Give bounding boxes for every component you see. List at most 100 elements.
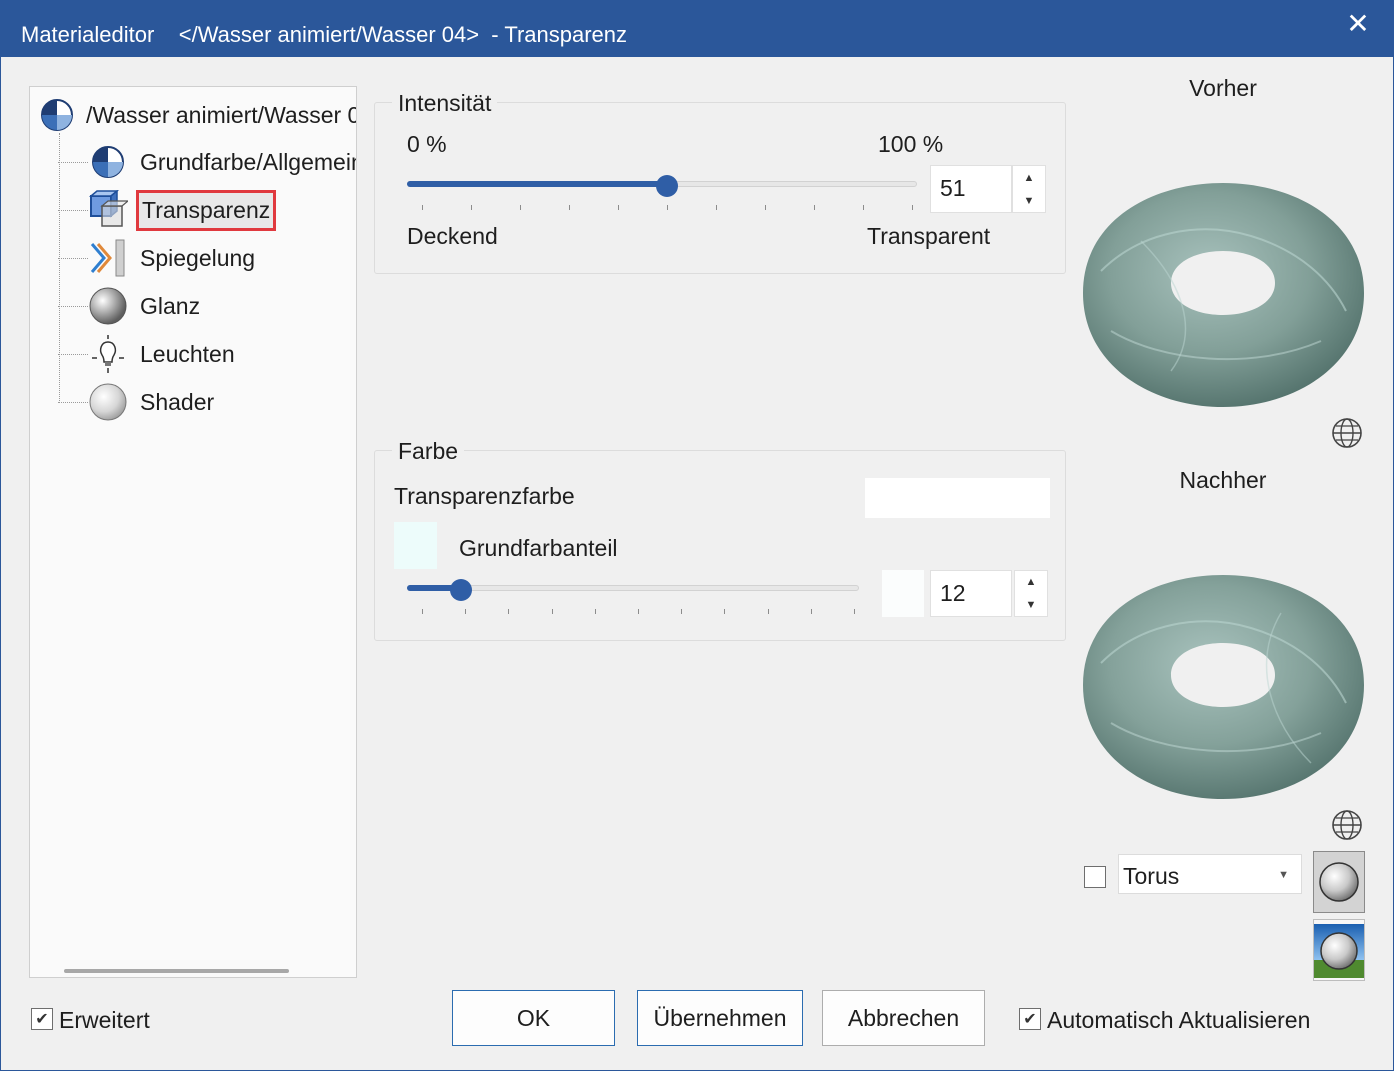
spin-down-icon[interactable]: ▼ [1013,189,1045,212]
slider-tick [569,205,570,210]
slider-tick [667,205,668,210]
intensity-slider-thumb[interactable] [656,175,678,197]
tree-root-label: /Wasser animiert/Wasser 04 [86,101,357,128]
tree-item-label: Transparenz [136,189,277,231]
slider-tick [465,609,466,614]
base-share-spin-buttons: ▲ ▼ [1014,570,1048,617]
slider-tick [471,205,472,210]
tree-root-item[interactable]: /Wasser animiert/Wasser 04 [40,95,357,135]
slider-tick [854,609,855,614]
slider-tick [618,205,619,210]
apply-button[interactable]: Übernehmen [637,990,803,1046]
check-icon: ✔ [1023,1011,1037,1028]
spin-up-icon[interactable]: ▲ [1013,166,1045,189]
transparency-color-swatch[interactable] [865,478,1050,518]
base-share-color-swatch[interactable] [394,522,437,569]
intensity-min-label: 0 % [407,131,447,157]
intensity-spin-buttons: ▲ ▼ [1012,165,1046,213]
after-torus-preview [1083,575,1364,799]
base-share-value: 12 [940,580,966,606]
ok-button[interactable]: OK [452,990,615,1046]
slider-tick [724,609,725,614]
slider-tick [765,205,766,210]
tree-item-label: Shader [140,388,215,415]
result-color-swatch [882,570,924,617]
tree-item-label: Glanz [140,292,201,319]
apply-button-label: Übernehmen [653,1004,787,1031]
transparency-cube-icon [88,190,128,230]
auto-update-checkbox[interactable]: ✔ [1019,1008,1041,1030]
environment-shape-button[interactable] [1313,919,1365,981]
slider-tick [520,205,521,210]
spin-down-icon[interactable]: ▼ [1015,594,1047,617]
tree-connector [58,161,88,163]
title-bar[interactable]: Materialeditor </Wasser animiert/Wasser … [1,1,1393,57]
tree-item-glanz[interactable]: Glanz [58,286,204,326]
cancel-button-label: Abbrechen [847,1004,960,1031]
base-color-icon [88,142,128,182]
slider-tick [508,609,509,614]
ok-button-label: OK [516,1004,551,1031]
material-property-tree[interactable]: /Wasser animiert/Wasser 04 Grundfarbe/Al… [29,86,357,978]
gloss-sphere-icon [88,286,128,326]
transparency-color-label: Transparenzfarbe [394,483,575,509]
base-share-slider-track[interactable] [407,585,859,591]
material-root-icon [41,99,73,131]
slider-tick [595,609,596,614]
light-bulb-icon [88,334,128,374]
tree-item-leuchten[interactable]: Leuchten [58,334,239,374]
slider-tick [811,609,812,614]
slider-tick [681,609,682,614]
intensity-slider-fill [407,181,667,187]
globe-icon[interactable] [1330,416,1364,450]
tree-item-transparenz[interactable]: Transparenz [58,189,277,231]
globe-icon[interactable] [1330,808,1364,842]
tree-item-label: Grundfarbe/Allgemein [140,148,357,175]
intensity-value: 51 [940,175,966,201]
extended-label: Erweitert [59,1007,150,1033]
intensity-spin-input[interactable]: 51 [930,165,1012,213]
window-title: Materialeditor </Wasser animiert/Wasser … [21,22,628,47]
reflection-icon [88,238,128,278]
base-share-label: Grundfarbanteil [459,535,618,561]
intensity-group-title: Intensität [392,90,498,117]
tree-item-label: Leuchten [140,340,235,367]
intensity-left-caption: Deckend [407,223,498,249]
sphere-icon [1319,862,1359,902]
slider-tick [863,205,864,210]
check-icon: ✔ [35,1011,49,1028]
intensity-max-label: 100 % [878,131,944,157]
tree-connector [58,305,88,307]
color-group-title: Farbe [392,438,465,465]
tree-connector [58,209,88,211]
auto-update-label: Automatisch Aktualisieren [1047,1007,1311,1033]
extended-checkbox[interactable]: ✔ [31,1008,53,1030]
tree-item-shader[interactable]: Shader [58,382,218,422]
tree-connector [58,353,88,355]
base-share-slider-thumb[interactable] [450,579,472,601]
tree-item-grundfarbe[interactable]: Grundfarbe/Allgemein [58,142,357,182]
intensity-right-caption: Transparent [867,223,991,249]
tree-horizontal-scrollbar[interactable] [64,969,289,973]
preview-shape-select[interactable]: Torus ▼ [1118,854,1302,894]
environment-sphere-icon [1314,924,1364,978]
shader-sphere-icon [88,382,128,422]
chevron-down-icon: ▼ [1278,869,1289,881]
tree-item-spiegelung[interactable]: Spiegelung [58,238,259,278]
slider-tick [768,609,769,614]
slider-tick [422,205,423,210]
before-preview-label: Vorher [1189,75,1257,101]
tree-connector [58,401,88,403]
slider-tick [814,205,815,210]
before-torus-preview [1083,183,1364,407]
cancel-button[interactable]: Abbrechen [822,990,985,1046]
slider-tick [912,205,913,210]
close-icon[interactable]: ✕ [1343,9,1373,39]
tree-item-label: Spiegelung [140,244,256,271]
sphere-shape-button[interactable] [1313,851,1365,913]
base-share-spin-input[interactable]: 12 [930,570,1012,617]
preview-option-checkbox[interactable] [1084,866,1106,888]
slider-tick [422,609,423,614]
spin-up-icon[interactable]: ▲ [1015,571,1047,594]
material-editor-window: Materialeditor </Wasser animiert/Wasser … [0,0,1394,1071]
